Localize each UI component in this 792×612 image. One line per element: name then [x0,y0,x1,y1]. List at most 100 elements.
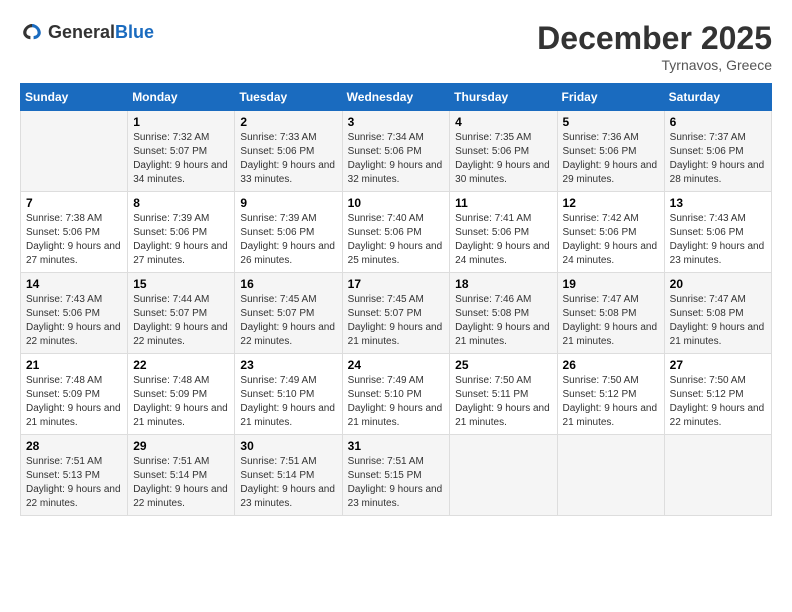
calendar-cell [450,435,557,516]
calendar-cell: 19Sunrise: 7:47 AMSunset: 5:08 PMDayligh… [557,273,664,354]
day-info: Sunrise: 7:50 AMSunset: 5:11 PMDaylight:… [455,374,551,430]
calendar-cell: 12Sunrise: 7:42 AMSunset: 5:06 PMDayligh… [557,192,664,273]
header-sunday: Sunday [21,84,128,111]
calendar-cell: 8 Sunrise: 7:39 AMSunset: 5:06 PMDaylight… [128,192,235,273]
day-info: Sunrise: 7:49 AMSunset: 5:10 PMDaylight:… [240,374,336,430]
day-number: 21 [26,358,122,372]
calendar-cell: 11 Sunrise: 7:41 AMSunset: 5:06 PMDayligh… [450,192,557,273]
day-info: Sunrise: 7:51 AMSunset: 5:14 PMDaylight:… [133,455,229,511]
calendar-cell [21,111,128,192]
logo-blue: Blue [115,22,154,42]
day-number: 7 [26,196,122,210]
day-info: Sunrise: 7:49 AMSunset: 5:10 PMDaylight:… [348,374,445,430]
day-number: 31 [348,439,445,453]
day-info: Sunrise: 7:39 AMSunset: 5:06 PMDaylight:… [240,212,336,268]
header: GeneralBlue December 2025 Tyrnavos, Gree… [20,20,772,73]
day-number: 1 [133,115,229,129]
logo: GeneralBlue [20,20,154,44]
day-info: Sunrise: 7:34 AMSunset: 5:06 PMDaylight:… [348,131,445,187]
day-number: 2 [240,115,336,129]
header-wednesday: Wednesday [342,84,450,111]
day-number: 30 [240,439,336,453]
day-info: Sunrise: 7:37 AMSunset: 5:06 PMDaylight:… [670,131,766,187]
calendar-cell: 2 Sunrise: 7:33 AMSunset: 5:06 PMDaylight… [235,111,342,192]
day-number: 22 [133,358,229,372]
day-number: 16 [240,277,336,291]
calendar-cell: 30Sunrise: 7:51 AMSunset: 5:14 PMDayligh… [235,435,342,516]
calendar-cell: 16 Sunrise: 7:45 AMSunset: 5:07 PMDayligh… [235,273,342,354]
calendar-cell: 25 Sunrise: 7:50 AMSunset: 5:11 PMDayligh… [450,354,557,435]
day-info: Sunrise: 7:45 AMSunset: 5:07 PMDaylight:… [240,293,336,349]
calendar-cell: 20 Sunrise: 7:47 AMSunset: 5:08 PMDayligh… [664,273,771,354]
day-info: Sunrise: 7:33 AMSunset: 5:06 PMDaylight:… [240,131,336,187]
day-number: 27 [670,358,766,372]
day-info: Sunrise: 7:38 AMSunset: 5:06 PMDaylight:… [26,212,122,268]
day-number: 11 [455,196,551,210]
day-number: 10 [348,196,445,210]
calendar-table: SundayMondayTuesdayWednesdayThursdayFrid… [20,83,772,516]
day-info: Sunrise: 7:40 AMSunset: 5:06 PMDaylight:… [348,212,445,268]
calendar-cell: 1Sunrise: 7:32 AMSunset: 5:07 PMDaylight… [128,111,235,192]
day-info: Sunrise: 7:51 AMSunset: 5:15 PMDaylight:… [348,455,445,511]
calendar-cell: 13Sunrise: 7:43 AMSunset: 5:06 PMDayligh… [664,192,771,273]
day-number: 20 [670,277,766,291]
calendar-week-3: 14 Sunrise: 7:43 AMSunset: 5:06 PMDayligh… [21,273,772,354]
logo-general: General [48,22,115,42]
calendar-cell: 7 Sunrise: 7:38 AMSunset: 5:06 PMDaylight… [21,192,128,273]
calendar-cell: 5Sunrise: 7:36 AMSunset: 5:06 PMDaylight… [557,111,664,192]
day-number: 25 [455,358,551,372]
day-info: Sunrise: 7:39 AMSunset: 5:06 PMDaylight:… [133,212,229,268]
month-title: December 2025 [537,20,772,57]
day-info: Sunrise: 7:48 AMSunset: 5:09 PMDaylight:… [26,374,122,430]
day-number: 28 [26,439,122,453]
day-info: Sunrise: 7:50 AMSunset: 5:12 PMDaylight:… [563,374,659,430]
calendar-cell: 29 Sunrise: 7:51 AMSunset: 5:14 PMDayligh… [128,435,235,516]
calendar-cell: 18Sunrise: 7:46 AMSunset: 5:08 PMDayligh… [450,273,557,354]
calendar-week-2: 7 Sunrise: 7:38 AMSunset: 5:06 PMDaylight… [21,192,772,273]
calendar-cell: 22 Sunrise: 7:48 AMSunset: 5:09 PMDayligh… [128,354,235,435]
day-number: 29 [133,439,229,453]
calendar-cell: 28 Sunrise: 7:51 AMSunset: 5:13 PMDayligh… [21,435,128,516]
day-info: Sunrise: 7:51 AMSunset: 5:13 PMDaylight:… [26,455,122,511]
day-number: 14 [26,277,122,291]
day-number: 3 [348,115,445,129]
calendar-cell: 31 Sunrise: 7:51 AMSunset: 5:15 PMDayligh… [342,435,450,516]
calendar-cell: 3 Sunrise: 7:34 AMSunset: 5:06 PMDaylight… [342,111,450,192]
calendar-cell: 10 Sunrise: 7:40 AMSunset: 5:06 PMDayligh… [342,192,450,273]
calendar-week-5: 28 Sunrise: 7:51 AMSunset: 5:13 PMDayligh… [21,435,772,516]
day-number: 6 [670,115,766,129]
calendar-cell: 23 Sunrise: 7:49 AMSunset: 5:10 PMDayligh… [235,354,342,435]
day-info: Sunrise: 7:43 AMSunset: 5:06 PMDaylight:… [26,293,122,349]
day-info: Sunrise: 7:47 AMSunset: 5:08 PMDaylight:… [670,293,766,349]
calendar-cell [664,435,771,516]
logo-icon [20,20,44,44]
calendar-week-1: 1Sunrise: 7:32 AMSunset: 5:07 PMDaylight… [21,111,772,192]
day-number: 19 [563,277,659,291]
calendar-cell: 17Sunrise: 7:45 AMSunset: 5:07 PMDayligh… [342,273,450,354]
header-thursday: Thursday [450,84,557,111]
day-info: Sunrise: 7:48 AMSunset: 5:09 PMDaylight:… [133,374,229,430]
logo-text: GeneralBlue [48,22,154,43]
title-area: December 2025 Tyrnavos, Greece [537,20,772,73]
day-info: Sunrise: 7:41 AMSunset: 5:06 PMDaylight:… [455,212,551,268]
calendar-week-4: 21 Sunrise: 7:48 AMSunset: 5:09 PMDayligh… [21,354,772,435]
calendar-cell: 6 Sunrise: 7:37 AMSunset: 5:06 PMDaylight… [664,111,771,192]
day-number: 5 [563,115,659,129]
calendar-cell [557,435,664,516]
day-info: Sunrise: 7:44 AMSunset: 5:07 PMDaylight:… [133,293,229,349]
day-number: 17 [348,277,445,291]
day-number: 23 [240,358,336,372]
calendar-cell: 21 Sunrise: 7:48 AMSunset: 5:09 PMDayligh… [21,354,128,435]
day-number: 8 [133,196,229,210]
location-title: Tyrnavos, Greece [537,57,772,73]
day-info: Sunrise: 7:35 AMSunset: 5:06 PMDaylight:… [455,131,551,187]
calendar-cell: 15Sunrise: 7:44 AMSunset: 5:07 PMDayligh… [128,273,235,354]
header-monday: Monday [128,84,235,111]
day-number: 12 [563,196,659,210]
header-saturday: Saturday [664,84,771,111]
day-info: Sunrise: 7:46 AMSunset: 5:08 PMDaylight:… [455,293,551,349]
calendar-cell: 27 Sunrise: 7:50 AMSunset: 5:12 PMDayligh… [664,354,771,435]
day-info: Sunrise: 7:50 AMSunset: 5:12 PMDaylight:… [670,374,766,430]
calendar-cell: 24 Sunrise: 7:49 AMSunset: 5:10 PMDayligh… [342,354,450,435]
day-number: 24 [348,358,445,372]
